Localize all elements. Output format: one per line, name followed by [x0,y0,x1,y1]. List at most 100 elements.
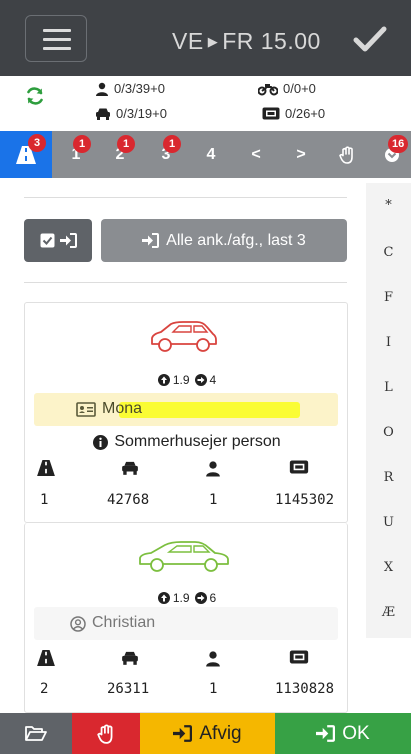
ticket-icon [289,650,309,669]
capacity-counters: 0/3/39+0 0/0+0 0/3/19+0 0/26+0 [0,76,411,131]
cars-count: 0/3/19+0 [116,106,167,121]
booking-card[interactable]: 1.9 4 Mona Sommerhusejer person 1 42768 … [24,302,348,523]
tab-next[interactable]: > [287,131,315,178]
customer-name: Christian [92,614,156,631]
persons-value: 1 [209,492,218,508]
tab-label: 4 [206,145,216,163]
lane-value: 1 [40,492,49,508]
lane-tab-strip: 3 1 1 2 1 3 1 4 < > 16 [0,131,411,178]
hatchback-car-icon [151,321,217,352]
all-arrivals-label: Alle ank./afg., last 3 [166,231,306,249]
tab-lane-4[interactable]: 4 [197,131,225,178]
tab-badge: 3 [28,134,46,152]
booking-count: 4 [209,373,217,387]
car-number-value: 42768 [107,492,150,508]
ticket-icon [262,107,280,120]
ticket-value: 1130828 [275,681,335,697]
alpha-item[interactable]: C [366,245,411,260]
booking-detail-icons [25,650,349,670]
alpha-item[interactable]: R [366,470,411,485]
bikes-counter: 0/0+0 [258,81,316,96]
persons-value: 1 [209,681,218,697]
checkbox-icon [40,233,54,248]
tab-lane-2[interactable]: 2 1 [106,131,135,178]
booking-stats: 1.9 4 [25,373,349,387]
alpha-item[interactable]: * [366,198,411,213]
menu-button[interactable] [25,15,87,62]
sync-icon[interactable] [25,86,45,106]
deviate-button[interactable]: Afvig [140,713,275,754]
tab-lane-1[interactable]: 1 1 [62,131,91,178]
customer-name-row: Mona [34,393,338,426]
sign-in-icon [173,725,193,742]
tab-badge: 1 [73,135,91,153]
ok-button[interactable]: OK [275,713,411,754]
tab-lanes[interactable]: 3 [0,131,52,178]
hand-icon [339,145,353,164]
sign-in-icon [316,725,336,742]
person-icon [205,460,221,482]
tab-more[interactable]: 16 [378,131,409,178]
car-icon [96,108,110,120]
tab-badge: 1 [117,135,135,153]
ok-label: OK [342,722,370,744]
sign-in-icon [142,233,160,248]
open-folder-button[interactable] [0,713,72,754]
alpha-item[interactable]: L [366,380,411,395]
booking-stats: 1.9 6 [25,591,349,605]
booking-count: 6 [209,591,217,605]
check-icon[interactable] [352,24,388,54]
car-number-value: 26311 [107,681,150,697]
menu-icon-bar [43,29,71,32]
tab-prev[interactable]: < [242,131,270,178]
arrow-right-circle-icon [194,374,207,386]
customer-name-row: Christian [34,607,338,640]
alpha-item[interactable]: I [366,335,411,350]
booking-detail-icons [25,460,349,480]
search-highlight [119,402,300,418]
menu-icon-bar [43,38,71,41]
info-icon [93,434,109,450]
tab-badge: 1 [163,135,181,153]
stop-button[interactable] [72,713,140,754]
tickets-counter: 0/26+0 [262,106,325,121]
persons-counter: 0/3/39+0 [95,81,165,96]
alpha-item[interactable]: F [366,290,411,305]
user-circle-icon [70,616,86,632]
tab-lane-3[interactable]: 3 1 [152,131,181,178]
alpha-item[interactable]: U [366,515,411,530]
person-icon [96,82,108,96]
alpha-item[interactable]: X [366,560,411,575]
road-icon [37,460,55,481]
booking-card[interactable]: 1.9 6 Christian 2 26311 1 1130828 [24,523,348,713]
folder-open-icon [25,726,47,741]
cars-counter: 0/3/19+0 [95,106,167,121]
ticket-value: 1145302 [275,492,335,508]
alpha-item[interactable]: O [366,425,411,440]
booking-length: 1.9 [172,591,190,605]
ticket-icon [289,460,309,479]
customer-name: Mona [102,400,143,417]
hand-icon [97,724,113,744]
persons-count: 0/3/39+0 [114,81,165,96]
divider [24,282,347,283]
car-icon [121,650,139,670]
check-in-selected-button[interactable] [24,219,92,262]
route-from: VE [172,28,204,54]
alphabet-index: * C F I L O R U X Æ [366,183,411,638]
bikes-count: 0/0+0 [283,81,316,96]
deviate-label: Afvig [199,722,242,744]
all-arrivals-button[interactable]: Alle ank./afg., last 3 [101,219,347,262]
arrow-up-circle-icon [157,592,170,604]
tab-stop[interactable] [332,131,362,178]
route-to: FR 15.00 [222,28,321,54]
booking-length: 1.9 [172,373,190,387]
route-arrow-icon: ▶ [207,34,219,49]
booking-note: Sommerhusejer person [25,433,349,451]
divider [24,197,347,198]
alpha-item[interactable]: Æ [366,605,411,620]
tickets-count: 0/26+0 [285,106,326,121]
sedan-car-icon [139,541,229,572]
menu-icon-bar [43,47,71,50]
footer-bar: Afvig OK [0,713,411,754]
